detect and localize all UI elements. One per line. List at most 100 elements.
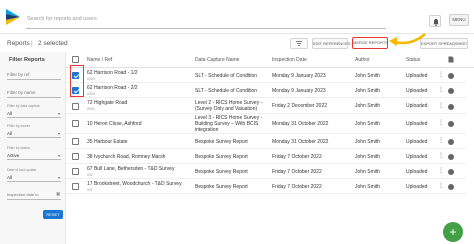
row-date: Friday 7 October 2022 <box>272 169 322 175</box>
calendar-icon[interactable]: ▦ <box>56 191 60 196</box>
table-row[interactable]: 35 Harbour Estate Bespoke Survey Report … <box>66 134 466 149</box>
filter-status-select[interactable]: Filter by status Active ▾ <box>7 146 61 160</box>
title-separator: | <box>31 40 33 47</box>
row-date: Monday 31 October 2022 <box>272 121 329 127</box>
app-logo <box>6 9 20 25</box>
info-icon[interactable] <box>448 73 454 79</box>
row-checkbox[interactable] <box>72 183 79 190</box>
row-status: Uploaded <box>406 121 428 127</box>
column-header-status[interactable]: Status <box>406 57 420 63</box>
filter-by-name-input[interactable]: Filter by name <box>7 88 61 98</box>
row-status: Uploaded <box>406 88 428 94</box>
chevron-down-icon: ▾ <box>57 153 60 158</box>
row-checkbox[interactable] <box>72 168 79 175</box>
info-icon[interactable] <box>448 169 454 175</box>
row-capture: Bespoke Survey Report <box>195 169 248 175</box>
filter-status-value: Active <box>7 153 20 158</box>
filter-by-name-placeholder: Filter by name <box>7 90 36 95</box>
column-header-capture[interactable]: Data Capture Name <box>195 57 239 63</box>
callout-arrow <box>389 33 426 46</box>
filter-title: Filter Reports <box>9 57 45 63</box>
chevron-down-icon: ▾ <box>57 111 60 116</box>
row-checkbox[interactable] <box>72 103 79 110</box>
info-icon[interactable] <box>448 154 454 160</box>
row-author: John Smith <box>355 139 381 145</box>
filter-by-ref-input[interactable]: Filter by ref <box>7 70 61 80</box>
row-capture-line3: integration <box>195 127 219 133</box>
row-name: 67 Bull Lane, Bethersden - T&D Survey <box>87 166 175 172</box>
table-row[interactable]: 10 Heron Close, Ashford Level 3 - RICS H… <box>66 114 466 134</box>
more-options-icon[interactable]: ⋮ <box>438 182 444 189</box>
row-checkbox[interactable] <box>72 138 79 145</box>
table-row[interactable]: 62 Harrison Road - 1/2 0003 SLT - Schedu… <box>66 68 466 83</box>
add-report-button[interactable]: + <box>443 222 463 242</box>
menu-button[interactable]: MENU <box>449 14 469 26</box>
more-options-icon[interactable]: ⋮ <box>438 71 444 78</box>
select-all-checkbox[interactable] <box>72 56 79 63</box>
info-icon[interactable] <box>448 104 454 110</box>
info-icon[interactable] <box>448 184 454 190</box>
row-author: John Smith <box>355 121 381 127</box>
row-status: Uploaded <box>406 169 428 175</box>
more-options-icon[interactable]: ⋮ <box>438 119 444 126</box>
row-date: Monday 9 January 2023 <box>272 88 326 94</box>
column-header-name[interactable]: Name / Ref <box>87 57 112 63</box>
row-name: 17 Brookstreet, Woodchurch - T&D Survey <box>87 181 182 187</box>
row-ref: 0003 <box>87 77 95 81</box>
more-options-icon[interactable]: ⋮ <box>438 152 444 159</box>
row-name: 62 Harrison Road - 2/2 <box>87 85 138 91</box>
filter-owner-value: All <box>7 131 13 136</box>
row-capture: Bespoke Survey Report <box>195 154 248 160</box>
plus-icon: + <box>449 225 457 239</box>
row-checkbox[interactable] <box>72 120 79 127</box>
info-icon[interactable] <box>448 121 454 127</box>
column-header-date[interactable]: Inspection Date <box>272 57 307 63</box>
edit-references-button[interactable]: EDIT REFERENCES <box>312 38 351 49</box>
row-capture-line2: (Survey Only and Valuation) <box>195 106 258 112</box>
info-icon[interactable] <box>448 88 454 94</box>
table-row[interactable]: 38 Ivychurch Road, Romney Marsh Bespoke … <box>66 149 466 164</box>
top-bar: Search for reports and users MENU <box>0 0 474 34</box>
filter-data-capture-select[interactable]: Filter by data capture All ▾ <box>7 104 61 118</box>
column-header-author[interactable]: Author <box>355 57 370 63</box>
notifications-button[interactable] <box>429 15 441 27</box>
info-icon[interactable] <box>448 139 454 145</box>
document-icon <box>448 56 454 63</box>
row-status: Uploaded <box>406 184 428 190</box>
filter-data-capture-value: All <box>7 111 13 116</box>
filter-last-update-caption: Date of last update <box>7 168 37 172</box>
row-date: Friday 7 October 2022 <box>272 154 322 160</box>
table-row[interactable]: 17 Brookstreet, Woodchurch - T&D Survey … <box>66 179 466 194</box>
row-author: John Smith <box>355 169 381 175</box>
row-status: Uploaded <box>406 73 428 79</box>
row-ref: 011 <box>87 188 93 192</box>
table-row[interactable]: 72 Highgate Road 0001 Level 2 - RICS Hom… <box>66 98 466 114</box>
chevron-down-icon: ▾ <box>57 175 60 180</box>
row-ref: 012 <box>87 173 93 177</box>
row-ref: 0003 <box>87 92 95 96</box>
more-options-icon[interactable]: ⋮ <box>438 137 444 144</box>
more-options-icon[interactable]: ⋮ <box>438 86 444 93</box>
filter-last-update-value: All <box>7 175 13 180</box>
filter-toggle-button[interactable] <box>290 38 308 49</box>
reset-button[interactable]: RESET <box>43 210 63 219</box>
row-capture: Bespoke Survey Report <box>195 139 248 145</box>
table-row[interactable]: 62 Harrison Road - 2/2 0003 SLT - Schedu… <box>66 83 466 98</box>
more-options-icon[interactable]: ⋮ <box>438 102 444 109</box>
filter-owner-select[interactable]: Filter by owner All ▾ <box>7 124 61 138</box>
filter-icon <box>296 41 302 46</box>
selected-checkboxes-highlight <box>70 65 84 97</box>
bell-icon <box>433 19 439 27</box>
more-options-icon[interactable]: ⋮ <box>438 167 444 174</box>
row-name: 72 Highgate Road <box>87 100 128 106</box>
filter-last-update-select[interactable]: Date of last update All ▾ <box>7 168 61 182</box>
row-status: Uploaded <box>406 154 428 160</box>
merge-reports-button[interactable]: MERGE REPORTS <box>352 37 388 49</box>
row-date: Monday 9 January 2023 <box>272 73 326 79</box>
inspection-date-to-input[interactable]: Inspection date to ▦ <box>7 190 61 200</box>
table-row[interactable]: 67 Bull Lane, Bethersden - T&D Survey 01… <box>66 164 466 179</box>
row-checkbox[interactable] <box>72 153 79 160</box>
row-date: Monday 31 October 2022 <box>272 139 329 145</box>
search-input[interactable]: Search for reports and users <box>26 15 386 29</box>
filter-by-ref-placeholder: Filter by ref <box>7 72 30 77</box>
